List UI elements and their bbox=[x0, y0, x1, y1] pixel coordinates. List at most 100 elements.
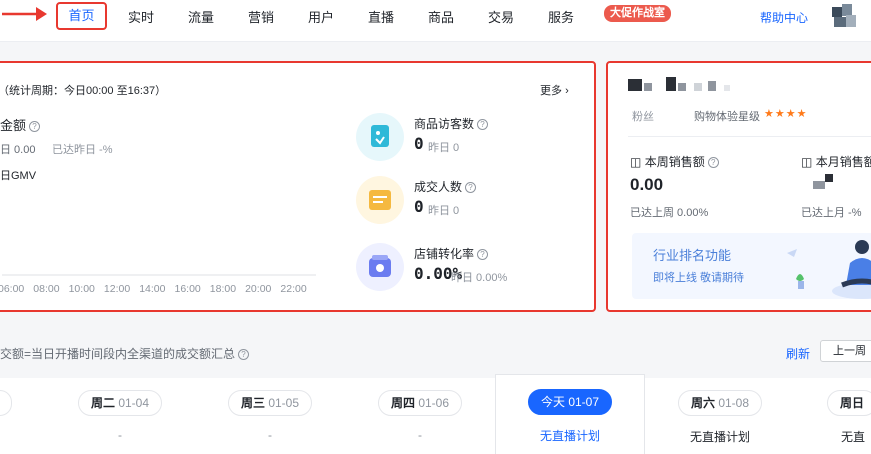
month-value-redacted-2 bbox=[825, 174, 833, 182]
metric-name: 店铺转化率? bbox=[414, 245, 489, 262]
day-date: 01-05 bbox=[268, 396, 300, 410]
experience-stars-label: 购物体验星级 bbox=[694, 111, 760, 123]
x-tick-label: 22:00 bbox=[280, 283, 306, 295]
divider bbox=[628, 136, 871, 137]
industry-rank-banner: 行业排名功能 即将上线 敬请期待 bbox=[632, 233, 871, 299]
day-date: 01-08 bbox=[718, 396, 750, 410]
day-status: 无直 bbox=[841, 430, 866, 444]
day-status: 无直播计划 bbox=[689, 430, 750, 444]
x-tick-label: 10:00 bbox=[69, 283, 95, 295]
x-tick-label: 12:00 bbox=[104, 283, 130, 295]
day-column[interactable]: 周日 无直 bbox=[795, 378, 871, 454]
red-arrow-annotation bbox=[2, 7, 47, 21]
month-sales-compare: 已达上月 -% bbox=[801, 207, 862, 219]
rank-title: 行业排名功能 bbox=[653, 248, 732, 263]
stat-period: （统计周期：今日00:00 至16:37） bbox=[0, 85, 167, 97]
calendar-icon: ◫ bbox=[801, 155, 813, 169]
day-date: 01-06 bbox=[418, 396, 450, 410]
day-status: - bbox=[418, 428, 422, 442]
metric-value: 0 bbox=[414, 197, 424, 216]
month-value-redacted bbox=[813, 181, 825, 189]
nav-users[interactable]: 用户 bbox=[308, 6, 334, 30]
day-status: - bbox=[118, 428, 122, 442]
day-date: 01-04 bbox=[118, 396, 150, 410]
live-gmv-description: 交额=当日开播时间段内全渠道的成交额汇总? bbox=[0, 345, 250, 362]
day-column[interactable]: 周四 01-06 - bbox=[345, 378, 495, 454]
day-pill: 今天 01-07 bbox=[527, 389, 613, 415]
help-icon[interactable]: ? bbox=[238, 349, 250, 360]
day-column-today[interactable]: 今天 01-07 无直播计划 bbox=[495, 374, 645, 454]
nav-live[interactable]: 直播 bbox=[368, 6, 394, 30]
x-tick-label: 18:00 bbox=[210, 283, 236, 295]
fans-label: 粉丝 bbox=[632, 111, 654, 123]
help-icon[interactable]: ? bbox=[477, 249, 489, 260]
gmv-yesterday: 日 0.00 bbox=[0, 144, 36, 156]
metric-compare: 昨日 0 bbox=[428, 142, 460, 154]
x-tick-label: 08:00 bbox=[33, 283, 59, 295]
gmv-title-text: 金额 bbox=[0, 118, 27, 133]
buyer-icon bbox=[356, 176, 404, 224]
chart-legend: 日GMV bbox=[0, 170, 37, 182]
shop-visitor-icon bbox=[356, 113, 404, 161]
week-sales-text: 本周销售额 bbox=[644, 155, 705, 169]
day-pill: 周二 01-04 bbox=[77, 390, 163, 416]
nav-trade[interactable]: 交易 bbox=[488, 6, 514, 30]
gmv-trend-chart: 06:00 08:00 10:00 12:00 14:00 16:00 18:00 20:00… bbox=[0, 274, 316, 295]
nav-marketing[interactable]: 营销 bbox=[248, 6, 274, 30]
meditation-illustration bbox=[787, 240, 871, 299]
top-nav: 首页 实时 流量 营销 用户 直播 商品 交易 服务 大促作战室 帮助中心 bbox=[0, 0, 871, 42]
help-icon[interactable]: ? bbox=[465, 182, 477, 193]
calendar-icon: ◫ bbox=[630, 155, 642, 169]
day-name: 周六 bbox=[690, 396, 715, 410]
day-pill-partial[interactable] bbox=[0, 390, 12, 416]
promo-war-room-badge[interactable]: 大促作战室 bbox=[604, 5, 671, 22]
day-name: 周四 bbox=[390, 396, 415, 410]
gmv-reached: 已达昨日 -% bbox=[52, 144, 113, 156]
nav-products[interactable]: 商品 bbox=[428, 6, 454, 30]
day-column[interactable]: 周三 01-05 - bbox=[195, 378, 345, 454]
shop-name-redacted bbox=[628, 77, 748, 91]
day-pill: 周日 bbox=[827, 390, 871, 416]
rank-subtitle: 即将上线 敬请期待 bbox=[653, 272, 745, 284]
day-column[interactable]: 周二 01-04 - bbox=[45, 378, 195, 454]
x-tick-label: 16:00 bbox=[175, 283, 201, 295]
metric-value: 0 bbox=[414, 134, 424, 153]
day-pill: 周三 01-05 bbox=[227, 390, 313, 416]
nav-service[interactable]: 服务 bbox=[548, 6, 574, 30]
day-status: - bbox=[268, 428, 272, 442]
day-pill: 周四 01-06 bbox=[377, 390, 463, 416]
metric-buyers: 成交人数? 0 昨日 0 bbox=[356, 176, 576, 226]
refresh-button[interactable]: 刷新 bbox=[786, 345, 810, 362]
nav-realtime[interactable]: 实时 bbox=[128, 6, 154, 30]
metric-compare: 昨日 0 bbox=[428, 205, 460, 217]
metric-name: 成交人数? bbox=[414, 178, 477, 195]
nav-home[interactable]: 首页 bbox=[56, 2, 107, 30]
star-rating: ★★★★ bbox=[764, 108, 808, 120]
avatar[interactable] bbox=[830, 1, 864, 35]
help-icon[interactable]: ? bbox=[29, 121, 41, 132]
day-column[interactable]: 周六 01-08 无直播计划 bbox=[645, 378, 795, 454]
more-link[interactable]: 更多 › bbox=[540, 82, 569, 98]
help-icon[interactable]: ? bbox=[477, 119, 489, 130]
metric-visitors: 商品访客数? 0 昨日 0 bbox=[356, 113, 576, 163]
live-day-strip: 周二 01-04 - 周三 01-05 - 周四 01-06 - 今天 01-0… bbox=[0, 374, 871, 454]
metric-compare: 昨日 0.00% bbox=[451, 272, 508, 284]
help-icon[interactable]: ? bbox=[707, 157, 719, 168]
help-center-link[interactable]: 帮助中心 bbox=[760, 6, 808, 30]
day-pill: 周六 01-08 bbox=[677, 390, 763, 416]
week-sales-compare: 已达上周 0.00% bbox=[630, 207, 709, 219]
month-sales-text: 本月销售额 bbox=[815, 155, 871, 169]
metric-name-text: 商品访客数 bbox=[414, 117, 475, 131]
day-status: 无直播计划 bbox=[539, 429, 600, 443]
month-sales-label: ◫ 本月销售额 bbox=[801, 153, 871, 170]
metric-conversion: 店铺转化率? 0.00% 昨日 0.00% bbox=[356, 243, 576, 293]
nav-traffic[interactable]: 流量 bbox=[188, 6, 214, 30]
week-sales-value: 0.00 bbox=[630, 175, 664, 194]
x-axis-ticks: 06:00 08:00 10:00 12:00 14:00 16:00 18:00 20:00… bbox=[0, 283, 307, 295]
prev-week-button[interactable]: 上一周 bbox=[820, 340, 871, 362]
metric-name: 商品访客数? bbox=[414, 115, 489, 132]
gmv-title: 金额? bbox=[0, 115, 41, 134]
x-tick-label: 14:00 bbox=[139, 283, 165, 295]
day-name: 周二 bbox=[90, 396, 115, 410]
x-tick-label: 20:00 bbox=[245, 283, 271, 295]
